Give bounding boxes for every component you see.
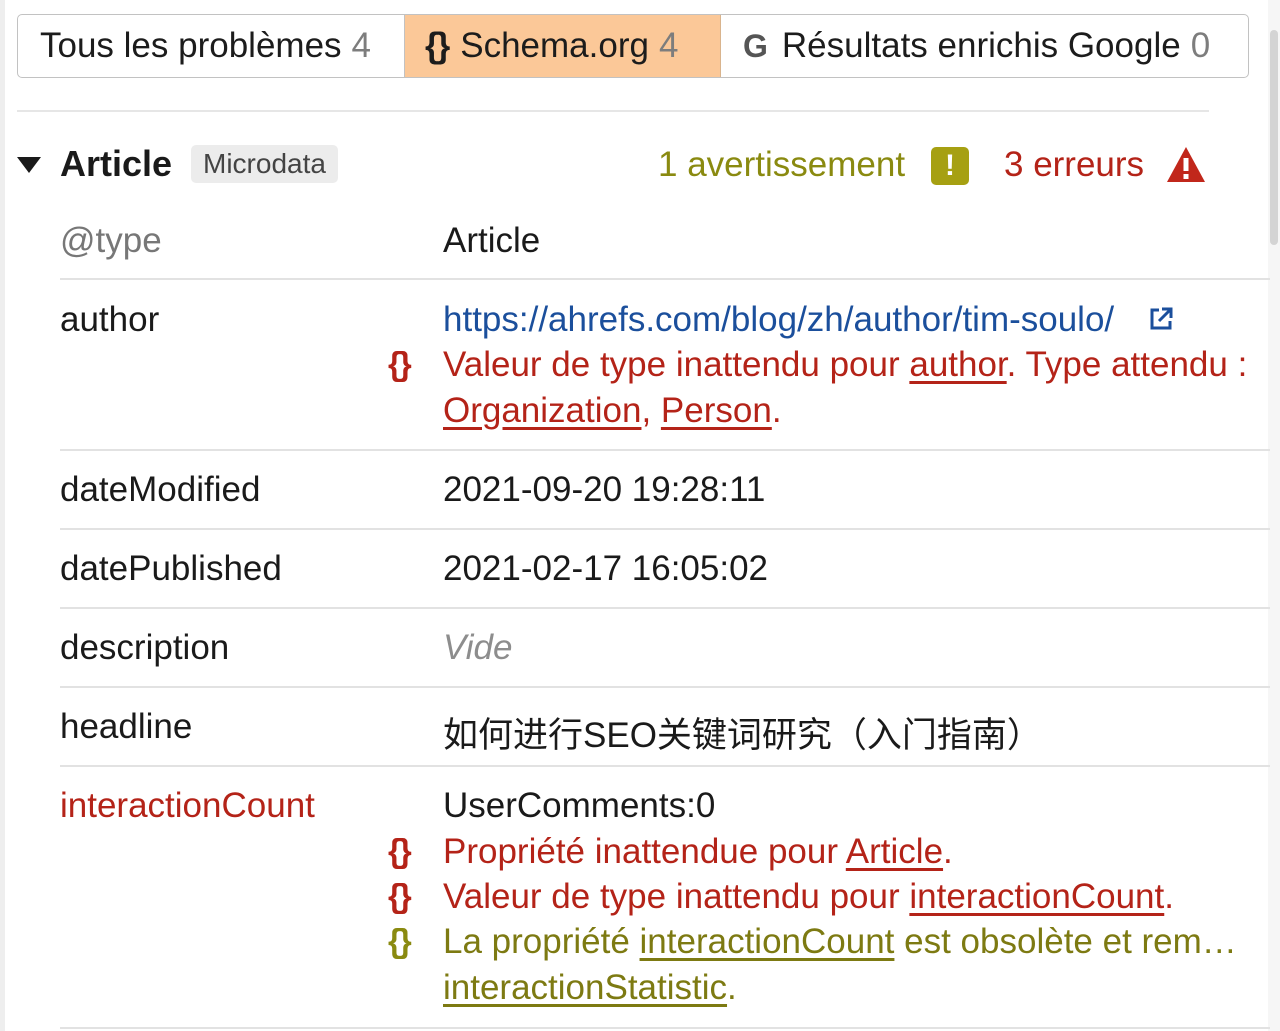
error-message: Valeur de type inattendu pour interactio… — [443, 877, 1174, 916]
format-badge: Microdata — [191, 145, 338, 183]
scrollbar[interactable] — [1268, 0, 1280, 1031]
error-triangle-icon — [1167, 147, 1205, 182]
warning-icon: ! — [931, 147, 969, 185]
google-icon: G — [743, 27, 768, 64]
message-link[interactable]: Organization — [443, 391, 641, 430]
row-divider — [60, 449, 1270, 451]
row-divider — [60, 528, 1270, 530]
error-message: Propriété inattendue pour Article. — [443, 832, 953, 871]
property-value: 2021-09-20 19:28:11 — [443, 470, 766, 509]
property-value-empty: Vide — [443, 628, 513, 667]
external-link-icon[interactable] — [1147, 305, 1175, 333]
warning-message-continued: interactionStatistic. — [443, 968, 737, 1007]
property-key: @type — [60, 221, 162, 260]
collapse-caret-icon[interactable] — [17, 157, 41, 173]
tab-label: Schema.org — [460, 26, 649, 65]
schema-error-icon: {} — [388, 877, 412, 914]
message-link[interactable]: Article — [846, 832, 943, 871]
message-link[interactable]: interactionStatistic — [443, 968, 727, 1007]
schema-error-icon: {} — [388, 832, 412, 869]
error-count[interactable]: 3 erreurs — [1004, 145, 1144, 185]
tab-count: 4 — [658, 26, 679, 65]
property-key: dateModified — [60, 470, 261, 509]
property-value: Article — [443, 221, 541, 260]
row-divider — [60, 686, 1270, 688]
row-divider — [60, 278, 1270, 280]
schema-error-icon: {} — [388, 345, 412, 382]
property-key: description — [60, 628, 230, 667]
tab-schema-org[interactable]: {} Schema.org 4 — [405, 15, 721, 77]
error-message-continued: Organization, Person. — [443, 391, 782, 430]
property-key: headline — [60, 707, 193, 746]
item-title[interactable]: Article — [60, 143, 172, 185]
warning-count[interactable]: 1 avertissement — [658, 145, 905, 185]
row-divider — [60, 765, 1270, 767]
schema-warning-icon: {} — [388, 922, 412, 959]
property-key: author — [60, 300, 160, 339]
warning-message: La propriété interactionCount est obsolè… — [443, 922, 1237, 961]
author-link[interactable]: https://ahrefs.com/blog/zh/author/tim-so… — [443, 300, 1114, 340]
divider — [17, 110, 1209, 112]
row-divider — [60, 1027, 1270, 1029]
message-link[interactable]: author — [909, 345, 1006, 384]
tab-count: 0 — [1190, 26, 1211, 65]
error-message: Valeur de type inattendu pour author. Ty… — [443, 345, 1248, 384]
left-border — [0, 0, 5, 1031]
property-key-error: interactionCount — [60, 786, 315, 825]
tab-all-problems[interactable]: Tous les problèmes 4 — [18, 15, 405, 77]
row-divider — [60, 607, 1270, 609]
property-key: datePublished — [60, 549, 282, 588]
message-link[interactable]: interactionCount — [640, 922, 895, 961]
tab-label: Tous les problèmes — [40, 26, 342, 65]
message-link[interactable]: Person — [661, 391, 772, 430]
message-link[interactable]: interactionCount — [909, 877, 1164, 916]
property-value: 如何进行SEO关键词研究（入门指南） — [443, 716, 1042, 755]
tab-label: Résultats enrichis Google — [781, 26, 1181, 65]
tab-google-rich-results[interactable]: G Résultats enrichis Google 0 — [721, 15, 1248, 77]
property-value: UserComments:0 — [443, 786, 716, 825]
tab-count: 4 — [351, 26, 372, 65]
property-value: 2021-02-17 16:05:02 — [443, 549, 768, 588]
braces-icon: {} — [425, 26, 450, 65]
scrollbar-thumb[interactable] — [1270, 30, 1278, 245]
schema-tabs: Tous les problèmes 4 {} Schema.org 4 G R… — [17, 14, 1249, 78]
